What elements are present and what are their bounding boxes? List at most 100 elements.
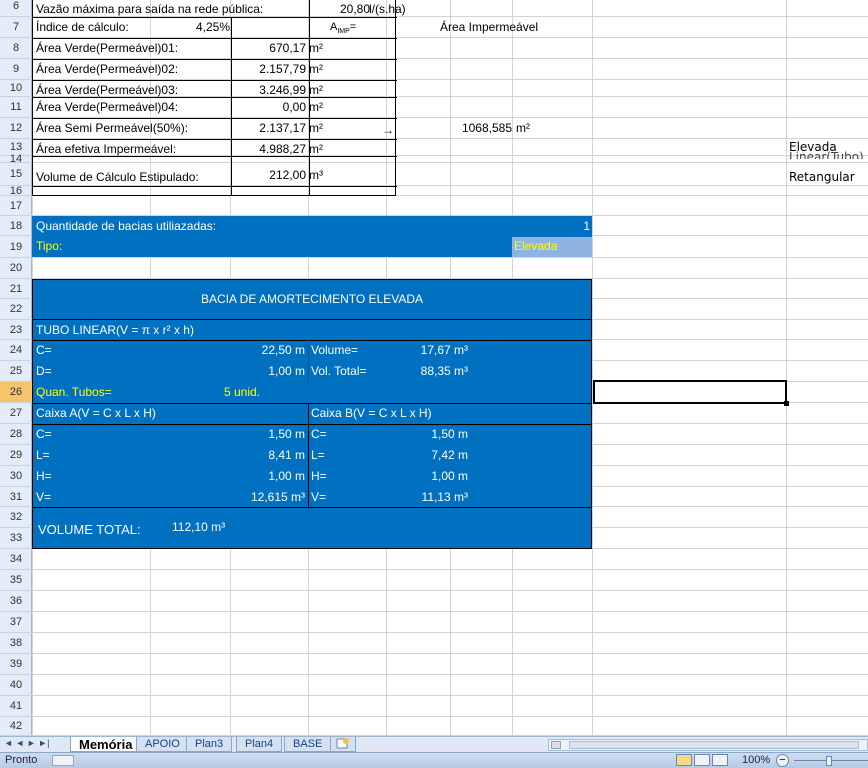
r15-label[interactable]: Volume de Cálculo Estipulado: xyxy=(36,167,199,188)
row-header-31[interactable]: 31 xyxy=(0,487,32,507)
r13-label[interactable]: Área efetiva Impermeável: xyxy=(36,139,176,160)
tab-nav-buttons[interactable]: ◄ ◄ ► ►| xyxy=(4,738,49,748)
scroll-left-button[interactable] xyxy=(551,741,561,749)
r28-label-a[interactable]: C= xyxy=(36,424,52,445)
row-header-27[interactable]: 27 xyxy=(0,403,32,424)
row-header-24[interactable]: 24 xyxy=(0,340,32,361)
zoom-out-button[interactable]: − xyxy=(776,754,789,767)
r11-label[interactable]: Área Verde(Permeável)04: xyxy=(36,97,178,118)
r12-result[interactable]: 1068,585 xyxy=(440,118,512,139)
r25-value[interactable]: 1,00 m xyxy=(150,361,305,382)
row-header-8[interactable]: 8 xyxy=(0,38,32,59)
volume-total-label[interactable]: VOLUME TOTAL: xyxy=(38,519,141,540)
tab-plan3[interactable]: Plan3 xyxy=(186,737,233,752)
r27-caixa-a[interactable]: Caixa A(V = C x L x H) xyxy=(36,403,156,424)
row-header-42[interactable]: 42 xyxy=(0,717,32,736)
selected-cell[interactable] xyxy=(593,380,789,406)
r19-label[interactable]: Tipo: xyxy=(36,236,62,257)
row-header-40[interactable]: 40 xyxy=(0,675,32,696)
r25-vvalue[interactable]: 88,35 m³ xyxy=(380,361,468,382)
zoom-level[interactable]: 100% xyxy=(742,753,770,768)
row-header-29[interactable]: 29 xyxy=(0,445,32,466)
tab-memoria[interactable]: Memória xyxy=(70,737,142,752)
r28-value-b[interactable]: 1,50 m xyxy=(380,424,468,445)
r24-vlabel[interactable]: Volume= xyxy=(311,340,358,361)
row-header-39[interactable]: 39 xyxy=(0,654,32,675)
row-header-33[interactable]: 33 xyxy=(0,528,32,549)
r31-value-a[interactable]: 12,615 m³ xyxy=(150,487,305,508)
r31-label-a[interactable]: V= xyxy=(36,487,51,508)
row-header-41[interactable]: 41 xyxy=(0,696,32,717)
view-buttons[interactable] xyxy=(676,754,736,767)
row-header-17[interactable]: 17 xyxy=(0,196,32,216)
r29-label-a[interactable]: L= xyxy=(36,445,50,466)
horizontal-scrollbar[interactable] xyxy=(548,739,868,751)
bacia-title[interactable]: BACIA DE AMORTECIMENTO ELEVADA xyxy=(32,289,592,310)
r7-text[interactable]: Área Impermeável xyxy=(440,17,538,38)
r12-value[interactable]: 2.137,17 xyxy=(230,118,306,139)
r7-value[interactable]: 4,25% xyxy=(150,17,230,38)
page-layout-icon[interactable] xyxy=(694,754,710,766)
r28-value-a[interactable]: 1,50 m xyxy=(150,424,305,445)
r7-label[interactable]: Índice de cálculo: xyxy=(36,17,129,38)
row-header-22[interactable]: 22 xyxy=(0,299,32,320)
spreadsheet-area[interactable]: 6 7 8 9 10 11 12 13 14 15 16 17 18 19 20 21 22 23 24 25 26 27… xyxy=(0,0,868,736)
r24-label[interactable]: C= xyxy=(36,340,52,361)
r8-label[interactable]: Área Verde(Permeável)01: xyxy=(36,38,178,59)
row-header-21[interactable]: 21 xyxy=(0,279,32,299)
r9-label[interactable]: Área Verde(Permeável)02: xyxy=(36,59,178,80)
row-header-35[interactable]: 35 xyxy=(0,570,32,591)
r29-value-a[interactable]: 8,41 m xyxy=(150,445,305,466)
scroll-thumb[interactable] xyxy=(569,741,859,749)
row-header-7[interactable]: 7 xyxy=(0,17,32,38)
row-header-30[interactable]: 30 xyxy=(0,466,32,487)
list-linear-tubo[interactable]: Linear(Tubo) xyxy=(789,151,864,159)
r23-label[interactable]: TUBO LINEAR(V = π x r² x h) xyxy=(36,320,194,341)
r18-label[interactable]: Quantidade de bacias utiliazadas: xyxy=(36,216,216,237)
r13-value[interactable]: 4.988,27 xyxy=(230,139,306,160)
r12-label[interactable]: Área Semi Permeável(50%): xyxy=(36,118,188,139)
r26-value[interactable]: 5 unid. xyxy=(150,382,260,403)
r29-value-b[interactable]: 7,42 m xyxy=(380,445,468,466)
r30-value-b[interactable]: 1,00 m xyxy=(380,466,468,487)
row-header[interactable]: 6 7 8 9 10 11 12 13 14 15 16 17 18 19 20 21 22 23 24 25 26 27… xyxy=(0,0,32,736)
row-header-16[interactable]: 16 xyxy=(0,186,32,197)
r30-label-b[interactable]: H= xyxy=(311,466,327,487)
row-header-36[interactable]: 36 xyxy=(0,591,32,612)
row-header-34[interactable]: 34 xyxy=(0,549,32,570)
row-header-12[interactable]: 12 xyxy=(0,118,32,139)
page-break-icon[interactable] xyxy=(712,754,728,766)
row-header-19[interactable]: 19 xyxy=(0,236,32,258)
row-header-28[interactable]: 28 xyxy=(0,424,32,445)
row-header-9[interactable]: 9 xyxy=(0,59,32,80)
r7-aimp[interactable]: AIMP= xyxy=(330,17,356,38)
row-header-25[interactable]: 25 xyxy=(0,361,32,382)
row-header-26[interactable]: 26 xyxy=(0,382,32,403)
r24-vvalue[interactable]: 17,67 m³ xyxy=(380,340,468,361)
r30-label-a[interactable]: H= xyxy=(36,466,52,487)
r31-label-b[interactable]: V= xyxy=(311,487,326,508)
row-header-11[interactable]: 11 xyxy=(0,97,32,118)
r28-label-b[interactable]: C= xyxy=(311,424,327,445)
tab-apoio[interactable]: APOIO xyxy=(136,737,189,752)
row-header-15[interactable]: 15 xyxy=(0,163,32,186)
r30-value-a[interactable]: 1,00 m xyxy=(150,466,305,487)
macro-record-icon[interactable] xyxy=(52,755,74,766)
list-retangular[interactable]: Retangular xyxy=(789,170,855,184)
r18-value[interactable]: 1 xyxy=(512,216,590,237)
r31-value-b[interactable]: 11,13 m³ xyxy=(380,487,468,508)
tab-plan4[interactable]: Plan4 xyxy=(236,737,283,752)
r8-value[interactable]: 670,17 xyxy=(230,38,306,59)
r19-value[interactable]: Elevada xyxy=(514,236,557,257)
r15-value[interactable]: 212,00 xyxy=(230,165,306,186)
row-header-37[interactable]: 37 xyxy=(0,612,32,633)
row-header-6[interactable]: 6 xyxy=(0,0,32,17)
row-header-20[interactable]: 20 xyxy=(0,258,32,279)
r29-label-b[interactable]: L= xyxy=(311,445,325,466)
r27-caixa-b[interactable]: Caixa B(V = C x L x H) xyxy=(311,403,432,424)
row-header-14[interactable]: 14 xyxy=(0,154,32,165)
volume-total-value[interactable]: 112,10 m³ xyxy=(172,517,225,538)
r9-value[interactable]: 2.157,79 xyxy=(230,59,306,80)
r25-label[interactable]: D= xyxy=(36,361,52,382)
row-header-38[interactable]: 38 xyxy=(0,633,32,654)
